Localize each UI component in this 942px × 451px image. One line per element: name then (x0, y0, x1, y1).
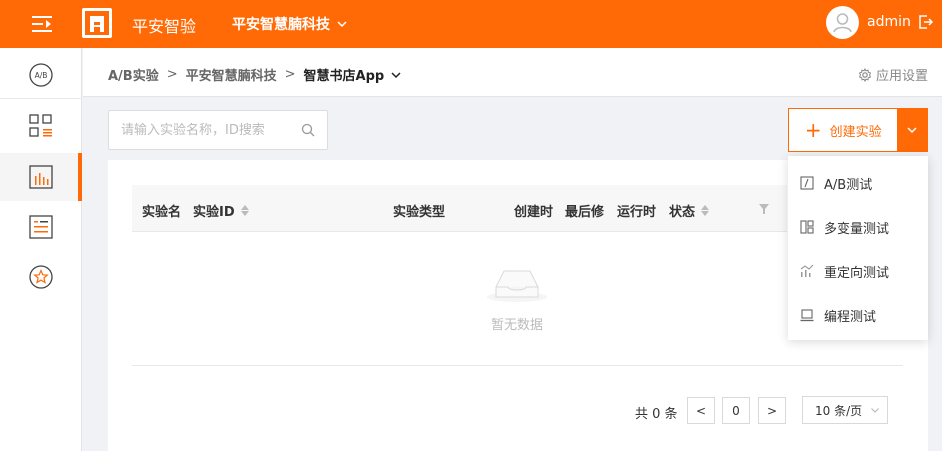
column-header-runtime[interactable]: 运行时 (617, 201, 656, 220)
breadcrumb-bar: A/B实验 > 平安智慧腩科技 > 智慧书店App 应用设置 (83, 48, 942, 97)
menu-item-label: A/B测试 (824, 177, 873, 193)
prev-page-button[interactable]: < (687, 397, 715, 424)
column-header-modified[interactable]: 最后修 (565, 201, 604, 220)
bar-chart-icon (29, 165, 53, 189)
current-page-button[interactable]: 0 (722, 397, 750, 424)
breadcrumb-app: 智慧书店App (303, 69, 385, 84)
search-input[interactable] (109, 111, 289, 149)
column-header-label: 创建时 (514, 205, 554, 220)
logout-icon[interactable] (918, 14, 934, 30)
current-page-number: 0 (732, 403, 740, 418)
sidebar-item-reports[interactable] (0, 203, 82, 251)
breadcrumb-separator: > (166, 67, 178, 82)
avatar[interactable] (826, 6, 859, 39)
app-settings-link[interactable]: 应用设置 (858, 65, 928, 84)
app-settings-label: 应用设置 (875, 69, 928, 84)
laptop-code-icon (800, 309, 814, 322)
column-header-label: 实验名 (142, 205, 182, 220)
column-header-type[interactable]: 实验类型 (393, 201, 445, 220)
empty-state-text: 暂无数据 (491, 318, 544, 333)
menu-item-multivariate-test[interactable]: 多变量测试 (788, 205, 928, 249)
chevron-left-icon: < (695, 403, 707, 418)
brand-logo (82, 8, 112, 38)
chevron-right-icon: > (766, 403, 778, 418)
chevron-down-icon (907, 127, 917, 134)
column-header-id[interactable]: 实验ID (193, 201, 249, 220)
column-header-label: 运行时 (617, 205, 657, 220)
username: admin (867, 14, 911, 30)
ab-test-icon (800, 176, 814, 190)
create-experiment-label: 创建实验 (829, 124, 882, 140)
gear-icon (858, 67, 872, 82)
create-experiment-dropdown-toggle[interactable] (897, 109, 927, 151)
menu-item-ab-test[interactable]: A/B测试 (788, 161, 928, 205)
sidebar-item-favorites[interactable] (0, 253, 82, 301)
breadcrumb-org[interactable]: 平安智慧腩科技 (186, 65, 277, 84)
empty-inbox-icon (487, 270, 547, 302)
star-icon (29, 265, 53, 289)
sidebar-item-ab-test[interactable]: A/B (0, 51, 82, 99)
next-page-button[interactable]: > (758, 397, 786, 424)
create-experiment-button[interactable]: + 创建实验 (789, 109, 897, 151)
page-size-select[interactable]: 10 条/页 (802, 396, 888, 424)
multivariate-icon (800, 220, 814, 234)
grid-list-icon (29, 114, 52, 137)
chevron-down-icon (871, 408, 880, 413)
breadcrumb-ab-experiments[interactable]: A/B实验 (108, 65, 159, 84)
menu-item-redirect-test[interactable]: 重定向测试 (788, 249, 928, 293)
document-list-icon (29, 215, 53, 239)
sort-icon[interactable] (240, 205, 249, 216)
breadcrumb-separator: > (284, 67, 296, 82)
column-header-label: 实验ID (193, 205, 235, 220)
menu-item-label: 多变量测试 (824, 221, 890, 237)
create-experiment-button-group: + 创建实验 (788, 108, 928, 152)
redirect-icon (800, 264, 814, 277)
sidebar: A/B (0, 48, 82, 451)
table-divider (132, 365, 903, 366)
ab-test-icon: A/B (29, 63, 53, 87)
search-box (108, 110, 328, 150)
page-size-value: 10 条/页 (815, 403, 863, 418)
filter-icon[interactable] (758, 203, 770, 215)
column-header-label: 实验类型 (393, 205, 446, 220)
table-header: 实验名 实验ID 实验类型 创建时 最后修 运行时 状态 (132, 185, 787, 232)
user-icon (833, 13, 852, 33)
menu-item-label: 重定向测试 (824, 265, 890, 281)
breadcrumb: A/B实验 > 平安智慧腩科技 > 智慧书店App (108, 65, 402, 84)
column-header-status[interactable]: 状态 (669, 201, 710, 220)
org-name: 平安智慧腩科技 (232, 17, 330, 33)
column-header-name[interactable]: 实验名 (142, 201, 181, 220)
menu-item-label: 编程测试 (824, 309, 877, 325)
chevron-down-icon (391, 71, 401, 78)
chevron-down-icon (337, 21, 347, 28)
menu-item-programming-test[interactable]: 编程测试 (788, 293, 928, 337)
plus-icon: + (804, 118, 822, 142)
breadcrumb-app-switcher[interactable]: 智慧书店App (304, 65, 403, 84)
sort-icon[interactable] (701, 205, 710, 216)
search-icon[interactable] (301, 123, 315, 137)
column-header-created[interactable]: 创建时 (514, 201, 553, 220)
brand-name: 平安智验 (132, 17, 197, 36)
sidebar-item-experiments[interactable] (0, 153, 82, 201)
sidebar-ab-label: A/B (35, 71, 48, 80)
pagination-total: 共 0 条 (635, 407, 678, 422)
sidebar-item-dashboard[interactable] (0, 102, 82, 150)
menu-toggle-icon[interactable] (30, 12, 54, 36)
org-switcher[interactable]: 平安智慧腩科技 (232, 14, 348, 34)
column-header-label: 最后修 (565, 205, 605, 220)
create-experiment-menu: A/B测试 多变量测试 重定向测试 编程测试 (788, 156, 928, 340)
column-header-label: 状态 (669, 205, 696, 220)
sidebar-divider (0, 98, 82, 99)
top-bar: 平安智验 平安智慧腩科技 admin (0, 0, 942, 48)
